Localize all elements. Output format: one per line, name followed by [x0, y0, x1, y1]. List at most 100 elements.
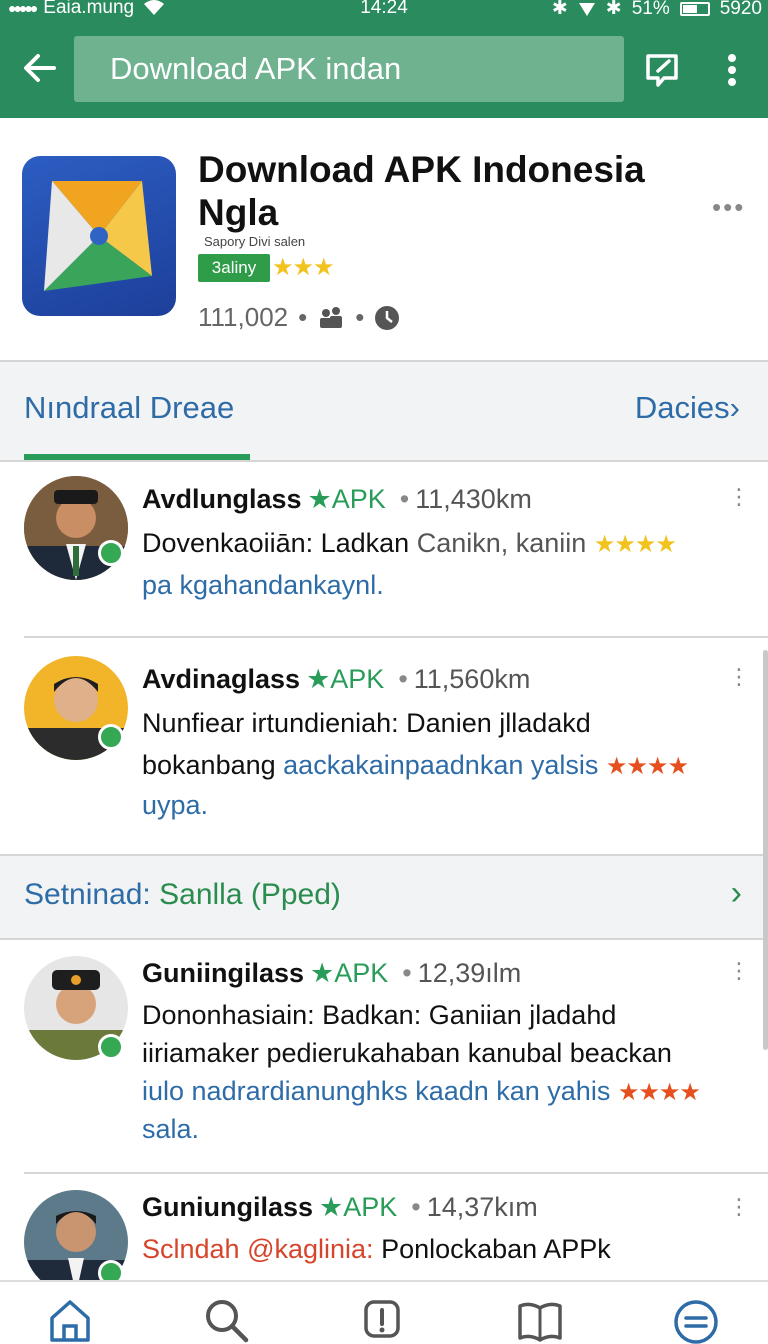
menu-icon[interactable] [672, 1296, 720, 1344]
signal-icon [578, 2, 595, 16]
app-title: Download APK Indonesia Ngla [198, 149, 645, 233]
item-description: Nunfiear irtundieniah: Danien jlladakd [142, 708, 591, 738]
item-desc-text: Dovenkaoiiān: Ladkan [142, 528, 410, 558]
item-title: Guniingilass ★ APK • 12,39ılm [142, 958, 521, 989]
item-name: Guniungilass [142, 1192, 314, 1222]
list-item[interactable]: Guniingilass ★ APK • 12,39ılm Dononhasiai… [0, 940, 768, 1172]
online-badge-icon [98, 1260, 124, 1280]
rating-stars-icon: ★★★★ [593, 531, 677, 558]
item-mention[interactable]: Sclndah @kaglinia: [142, 1234, 374, 1264]
status-bar: ●●●●● Eaia.mung 14:24 ✱ ✱ 51% 5920 [0, 0, 768, 22]
alert-icon[interactable] [358, 1296, 406, 1344]
status-badge: 3aliny [198, 254, 270, 282]
section-title-value: Sanlla (Pped) [159, 878, 341, 911]
app-header: Download APK Indonesia Ngla Sapory Divi … [0, 118, 768, 362]
section-header[interactable]: Setninad: Sanlla (Pped) › [0, 856, 768, 938]
edit-icon[interactable] [642, 50, 682, 90]
item-distance: 14,37kım [426, 1192, 538, 1222]
item-name: Avdlunglass [142, 484, 302, 514]
separator-dot: • [399, 484, 410, 514]
item-distance: 12,39ılm [417, 958, 522, 988]
item-link-text[interactable]: uypa. [142, 790, 208, 821]
item-link-text[interactable]: sala. [142, 1114, 199, 1145]
item-desc-text: Ponlockaban APPk [381, 1234, 611, 1264]
item-description: Sclndah @kaglinia: Ponlockaban APPk [142, 1234, 611, 1265]
more-horiz-icon[interactable]: ••• [712, 192, 745, 223]
item-name: Avdinaglass [142, 664, 301, 694]
clock-icon [375, 305, 400, 330]
item-link-text[interactable]: pa kgahandankaynl. [142, 570, 384, 601]
online-badge-icon [98, 1034, 124, 1060]
app-toolbar [0, 22, 768, 118]
tab-section-title[interactable]: Nındraal Dreae [24, 390, 234, 426]
apk-label: APK [343, 1192, 398, 1222]
section-link-label: Dacies [634, 390, 730, 425]
back-arrow-icon[interactable] [20, 48, 64, 92]
chevron-right-icon: › [729, 390, 740, 425]
separator-dot: • [355, 302, 365, 332]
apk-tag: ★ APK [308, 484, 386, 515]
separator-dot: • [411, 1192, 421, 1222]
scrollbar[interactable] [763, 650, 768, 1050]
battery-percent: 51% [631, 0, 670, 19]
apk-tag: ★ APK [306, 664, 384, 695]
apk-label: APK [334, 958, 389, 988]
item-more-icon[interactable]: ⋮ [728, 1196, 750, 1218]
chevron-right-icon[interactable]: › [731, 874, 742, 913]
separator-dot: • [402, 958, 412, 988]
item-desc-gray: Canikn, kaniin [416, 528, 587, 558]
app-developer[interactable]: Sapory Divi salen [204, 234, 305, 249]
users-icon [320, 306, 343, 328]
apk-tag: ★ APK [310, 958, 388, 989]
app-logo-icon[interactable] [22, 156, 176, 316]
apk-label: APK [331, 484, 386, 514]
status-right-value: 5920 [719, 0, 762, 19]
rating-stars-icon: ★★★ [272, 254, 335, 281]
search-field[interactable] [74, 36, 624, 102]
star-icon: ★ [307, 484, 332, 514]
item-link-text[interactable]: aackakainpaadnkan yalsis [283, 750, 598, 780]
item-description-2: iiriamaker pedierukahaban kanubal beacka… [142, 1038, 672, 1068]
rating-stars-icon: ★★★★ [617, 1079, 701, 1106]
item-description-2: bokanbang aackakainpaadnkan yalsis ★★★★ [142, 750, 689, 781]
list-item[interactable]: Guniungilass ★ APK • 14,37kım Sclndah @ka… [0, 1174, 768, 1280]
item-desc-text: bokanbang [142, 750, 276, 780]
item-more-icon[interactable]: ⋮ [728, 960, 750, 982]
home-icon[interactable] [46, 1296, 94, 1344]
search-icon[interactable] [202, 1296, 250, 1344]
item-title: Avdinaglass ★ APK • 11,560km [142, 664, 530, 695]
bottom-navigation [0, 1280, 768, 1344]
item-distance: 11,430km [415, 484, 532, 514]
item-distance: 11,560km [413, 664, 531, 694]
book-icon[interactable] [516, 1296, 564, 1344]
star-icon: ★ [306, 664, 331, 694]
bluetooth-icon: ✱ [605, 0, 622, 19]
separator-dot: • [298, 302, 308, 332]
item-name: Guniingilass [142, 958, 305, 988]
online-badge-icon [98, 724, 124, 750]
bluetooth-icon: ✱ [551, 0, 568, 19]
list-item[interactable]: Avdlunglass ★ APK • 11,430km Dovenkaoiiān… [0, 462, 768, 636]
battery-icon [679, 1, 710, 16]
status-right-group: ✱ ✱ 51% 5920 [552, 0, 762, 20]
rating-stars-icon: ★★★★ [605, 753, 689, 780]
more-vert-icon[interactable] [712, 50, 752, 90]
separator-dot: • [398, 664, 408, 694]
item-description-3: iulo nadrardianunghks kaadn kan yahis ★★… [142, 1076, 701, 1107]
item-more-icon[interactable]: ⋮ [728, 486, 750, 508]
item-title: Guniungilass ★ APK • 14,37kım [142, 1192, 538, 1223]
list-item[interactable]: Avdinaglass ★ APK • 11,560km Nunfiear irt… [0, 638, 768, 854]
apk-tag: ★ APK [319, 1192, 397, 1223]
section-title: Setninad: Sanlla (Pped) [24, 878, 341, 912]
search-input[interactable] [74, 36, 624, 102]
section-link[interactable]: Dacies› [635, 390, 740, 426]
item-link-text[interactable]: iulo nadrardianunghks kaadn kan yahis [142, 1076, 610, 1106]
item-more-icon[interactable]: ⋮ [728, 666, 750, 688]
download-count-value: 111,002 [198, 302, 289, 332]
item-title: Avdlunglass ★ APK • 11,430km [142, 484, 532, 515]
item-description: Dononhasiain: Badkan: Ganiian jladahd [142, 1000, 617, 1030]
star-icon: ★ [310, 958, 335, 988]
apk-label: APK [330, 664, 385, 694]
online-badge-icon [98, 540, 124, 566]
item-description: Dovenkaoiiān: Ladkan Canikn, kaniin ★★★★ [142, 528, 677, 559]
